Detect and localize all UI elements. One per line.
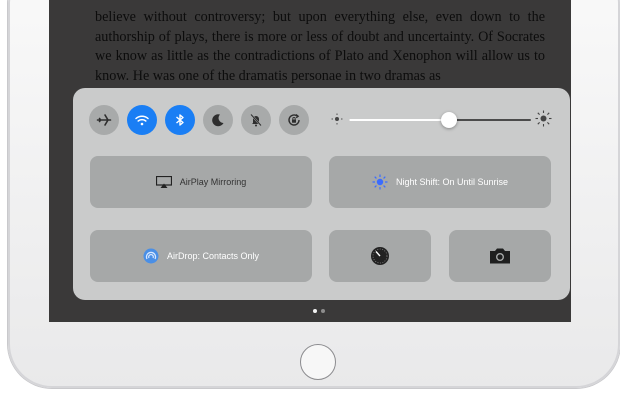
page-dot[interactable] [321,309,325,313]
page-indicator [313,309,325,313]
night-shift-icon [372,174,388,190]
airplay-mirroring-button[interactable]: AirPlay Mirroring [90,156,312,208]
bluetooth-toggle[interactable] [165,105,195,135]
camera-button[interactable] [449,230,551,282]
camera-icon [490,248,510,264]
wifi-toggle[interactable] [127,105,157,135]
page-dot[interactable] [313,309,317,313]
airdrop-label: AirDrop: Contacts Only [166,251,260,261]
airdrop-icon [143,248,159,264]
toggle-row [89,105,309,135]
rotation-lock-toggle[interactable] [279,105,309,135]
night-shift-button[interactable]: Night Shift: On Until Sunrise [329,156,551,208]
timer-button[interactable] [329,230,431,282]
airplay-icon [155,176,172,188]
airplane-mode-toggle[interactable] [89,105,119,135]
moon-icon [212,114,224,127]
brightness-low-icon [331,113,343,125]
airplay-label: AirPlay Mirroring [179,177,247,187]
timer-icon [371,247,389,265]
brightness-slider-fill [349,119,450,121]
wifi-icon [135,115,149,126]
book-text: believe without controversy; but upon ev… [95,9,545,84]
brightness-high-icon [535,110,552,127]
mute-bell-icon [250,113,262,127]
home-button[interactable] [300,344,336,380]
control-center-panel: AirPlay Mirroring Night Shift: On Until … [73,88,570,300]
bluetooth-icon [176,114,184,126]
silent-toggle[interactable] [241,105,271,135]
airdrop-button[interactable]: AirDrop: Contacts Only [90,230,312,282]
brightness-slider-thumb[interactable] [441,112,458,128]
do-not-disturb-toggle[interactable] [203,105,233,135]
night-shift-label: Night Shift: On Until Sunrise [395,177,509,187]
rotation-lock-icon [288,113,300,126]
airplane-icon [96,114,112,126]
